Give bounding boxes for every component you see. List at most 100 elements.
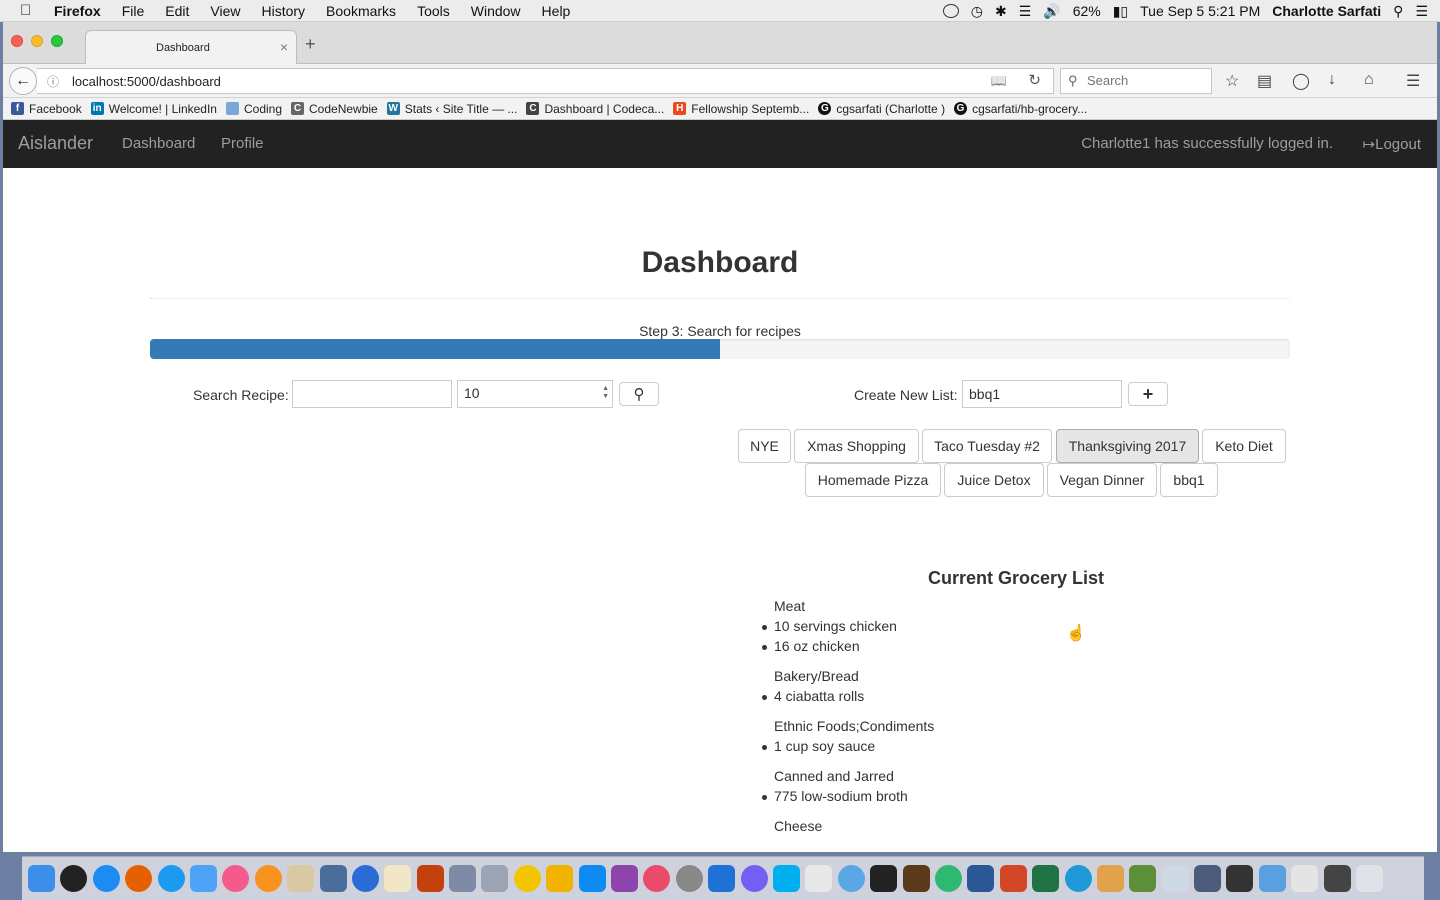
menu-edit[interactable]: Edit [165,3,189,19]
list-button-homemade-pizza[interactable]: Homemade Pizza [805,463,941,497]
nav-dashboard[interactable]: Dashboard [122,135,195,152]
radiation-icon[interactable] [513,865,541,892]
back-button[interactable]: ← [9,67,37,95]
zoom-window-button[interactable] [51,35,63,47]
itunes-icon[interactable] [222,865,250,892]
bookmark-star-icon[interactable]: ☆ [1225,71,1239,91]
app-icon[interactable] [1129,865,1157,892]
wifi-icon[interactable]: ☰ [1019,3,1032,20]
search-recipe-input[interactable] [292,380,452,408]
bookmark-codecademy[interactable]: C Dashboard | Codeca... [526,102,664,116]
apple-menu-icon[interactable]:  [20,2,40,19]
bookmark-github-repo[interactable]: Gcgsarfati/hb-grocery... [954,102,1087,116]
trash-icon[interactable] [1356,865,1384,892]
logout-link[interactable]: ↦Logout [1363,135,1421,153]
photos-icon[interactable] [319,865,347,892]
downloads-icon[interactable]: ↓ [1328,71,1336,89]
ibooks-icon[interactable] [254,865,282,892]
atom-icon[interactable] [934,865,962,892]
nav-profile[interactable]: Profile [221,135,264,152]
tab-dashboard[interactable]: Dashboard × [85,30,297,64]
app-icon[interactable] [902,865,930,892]
bookmark-github-profile[interactable]: Gcgsarfati (Charlotte ) [818,102,945,116]
system-preferences-icon[interactable] [675,865,703,892]
menu-view[interactable]: View [210,3,240,19]
reader-view-icon[interactable]: 📖 [991,73,1007,89]
notes-icon[interactable] [384,865,412,892]
earth-icon[interactable] [837,865,865,892]
notification-center-icon[interactable]: ☰ [1415,3,1428,20]
list-button-nye[interactable]: NYE [738,429,791,463]
bookmarks-library-icon[interactable]: ▤ [1257,71,1272,91]
viber-icon[interactable] [740,865,768,892]
stepper-arrows-icon[interactable]: ▲ ▼ [602,385,609,401]
list-button-thanksgiving[interactable]: Thanksgiving 2017 [1056,429,1199,463]
menu-history[interactable]: History [261,3,305,19]
reload-icon[interactable]: ↻ [1028,71,1041,89]
browser-search-input[interactable] [1087,73,1207,88]
list-button-xmas-shopping[interactable]: Xmas Shopping [794,429,919,463]
excel-icon[interactable] [1032,865,1060,892]
app-icon[interactable] [1161,865,1189,892]
sublime-icon[interactable] [416,865,444,892]
list-button-keto-diet[interactable]: Keto Diet [1202,429,1286,463]
home-icon[interactable]: ⌂ [1364,71,1374,89]
terminal-icon[interactable] [870,865,898,892]
close-tab-icon[interactable]: × [280,39,288,55]
launchpad-icon[interactable] [60,865,88,892]
bookmark-linkedin[interactable]: in Welcome! | LinkedIn [90,102,217,116]
firefox-icon[interactable] [125,865,153,892]
messages-icon[interactable] [189,865,217,892]
documents-icon[interactable] [1291,865,1319,892]
bluetooth-icon[interactable]: ✱ [995,3,1007,20]
number-app-icon[interactable] [708,865,736,892]
bookmark-folder-coding[interactable]: Coding [225,102,282,116]
time-machine-icon[interactable]: ◷ [971,3,983,20]
url-text[interactable]: localhost:5000/dashboard [72,74,221,89]
printer-icon[interactable] [1226,865,1254,892]
iq-icon[interactable] [546,865,574,892]
recipe-count-input[interactable]: 10 ▲ ▼ [457,380,613,408]
volume-icon[interactable]: 🔊 [1043,3,1060,20]
utility-icon[interactable] [481,865,509,892]
c-app-icon[interactable] [1064,865,1092,892]
list-button-vegan-dinner[interactable]: Vegan Dinner [1047,463,1157,497]
xcode-icon[interactable] [449,865,477,892]
imovie-icon[interactable] [611,865,639,892]
create-list-input[interactable] [962,380,1122,408]
minimize-window-button[interactable] [31,35,43,47]
menu-help[interactable]: Help [542,3,571,19]
app-icon[interactable] [1194,865,1222,892]
pocket-icon[interactable]: ◯ [1292,71,1310,91]
spotlight-icon[interactable]: ⚲ [1393,3,1403,20]
menu-window[interactable]: Window [471,3,521,19]
dropbox-icon[interactable] [578,865,606,892]
menu-app-name[interactable]: Firefox [54,3,101,19]
bookmark-facebook[interactable]: f Facebook [11,102,82,116]
clock[interactable]: Tue Sep 5 5:21 PM [1140,3,1260,19]
list-button-juice-detox[interactable]: Juice Detox [944,463,1044,497]
menu-bookmarks[interactable]: Bookmarks [326,3,396,19]
bookmark-stats[interactable]: W Stats ‹ Site Title — ... [386,102,517,116]
quicktime-icon[interactable] [351,865,379,892]
search-recipe-button[interactable]: ⚲ [619,382,659,406]
battery-icon[interactable]: ▮▯ [1113,3,1128,20]
app-icon[interactable] [1323,865,1351,892]
scrivener-icon[interactable] [805,865,833,892]
finder-icon[interactable] [28,865,55,892]
skype-icon[interactable] [772,865,800,892]
bookmark-fellowship[interactable]: H Fellowship Septemb... [673,102,809,116]
photo-booth-icon[interactable] [643,865,671,892]
brand-logo[interactable]: Aislander [18,133,93,154]
app-store-icon[interactable] [92,865,120,892]
user-name[interactable]: Charlotte Sarfati [1272,3,1381,19]
bookmark-codenewbie[interactable]: C CodeNewbie [291,102,378,116]
menu-file[interactable]: File [122,3,145,19]
folder-icon[interactable] [1258,865,1286,892]
close-window-button[interactable] [11,35,23,47]
list-button-bbq1[interactable]: bbq1 [1160,463,1218,497]
battery-percent[interactable]: 62% [1073,3,1101,19]
search-bar[interactable]: ⚲ [1060,68,1212,94]
app-icon[interactable] [1096,865,1124,892]
new-tab-button[interactable]: + [305,34,316,55]
